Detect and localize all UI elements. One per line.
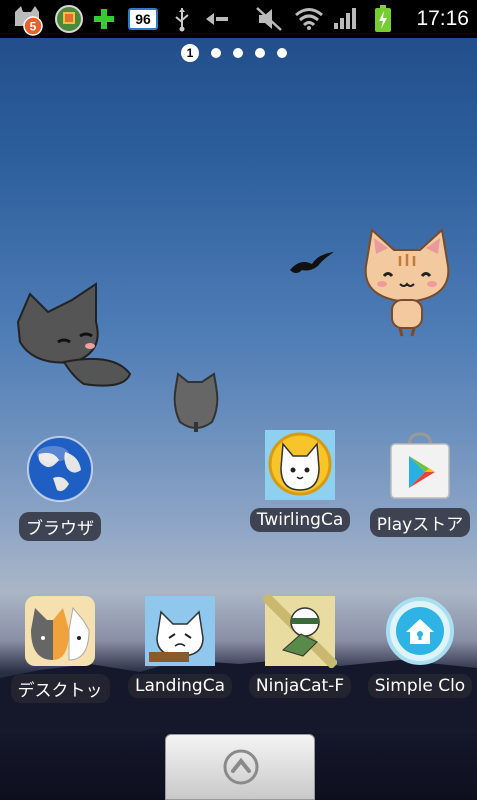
app-label: TwirlingCa [249,508,351,532]
page-dot-5[interactable] [277,48,287,58]
battery-96-badge-icon[interactable]: 96 [126,0,160,38]
muted-icon [252,0,286,38]
app-twirling-cat[interactable]: TwirlingCa [240,428,360,536]
app-play-store[interactable]: Playストア [360,428,477,541]
status-clock: 17:16 [416,7,469,30]
page-indicator[interactable]: 1 [181,44,287,62]
usb-icon [170,0,194,38]
app-label: Playストア [369,508,471,537]
globe-icon [27,436,93,502]
app-browser[interactable]: ブラウザ [0,432,120,545]
app-label: ブラウザ [19,512,101,541]
chevron-up-icon [223,749,259,785]
cat-notification-icon[interactable]: 5 [10,0,48,38]
gray-sleeping-cat-icon [16,282,132,387]
page-indicator-active[interactable]: 1 [181,44,199,62]
app-desktop-cats[interactable]: デスクトッ [0,594,120,707]
simple-cleaner-icon [386,597,454,665]
plus-icon[interactable] [90,0,118,38]
app-label: NinjaCat-F [248,674,352,698]
status-bar: 5 96 17:16 [0,0,477,38]
app-label: デスクトッ [10,674,110,703]
play-store-icon [390,432,450,499]
page-dot-4[interactable] [255,48,265,58]
ninja-cat-icon [263,594,337,668]
bird-icon [290,252,334,273]
page-dot-2[interactable] [211,48,221,58]
app-landing-cat[interactable]: LandingCa [120,594,240,702]
battery-level-badge: 96 [128,8,158,30]
notification-count: 5 [30,20,37,34]
home-screen: 5 96 17:16 1 ブラウザ TwirlingCa Playストア デスク… [0,0,477,800]
app-update-icon[interactable] [52,0,86,38]
page-dot-3[interactable] [233,48,243,58]
app-ninja-cat[interactable]: NinjaCat-F [240,594,360,702]
sync-arrow-icon [202,0,232,38]
wifi-icon [292,0,326,38]
charging-battery-icon [370,0,396,38]
app-drawer-button[interactable] [165,734,315,800]
landing-cat-icon [145,596,215,666]
twirling-cat-icon [265,430,335,500]
app-label: Simple Clo [367,674,473,698]
orange-cat-icon [364,228,450,337]
app-simple-cleaner[interactable]: Simple Clo [360,594,477,702]
gray-cat-back-icon [173,372,219,432]
signal-icon [330,0,360,38]
app-label: LandingCa [127,674,233,698]
desktop-cats-icon [25,596,95,666]
